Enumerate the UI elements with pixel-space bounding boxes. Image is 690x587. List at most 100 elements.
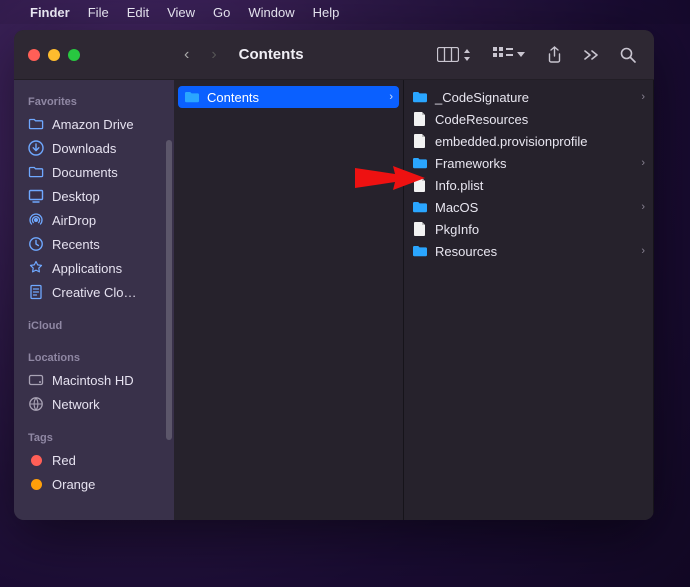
file-row[interactable]: Frameworks › [404,152,653,174]
document-icon [412,133,428,149]
menubar-item[interactable]: Window [248,5,294,20]
sidebar-item-label: Orange [52,477,95,492]
sidebar-item-label: Downloads [52,141,116,156]
menubar-item[interactable]: File [88,5,109,20]
column-1[interactable]: Contents › [174,80,404,520]
file-row[interactable]: CodeResources [404,108,653,130]
sidebar-item-documents[interactable]: Documents [14,160,174,184]
disk-icon [28,372,44,388]
sidebar-header: Favorites [14,90,174,112]
sidebar-item-label: Documents [52,165,118,180]
sidebar-item-label: Applications [52,261,122,276]
sidebar-header: Tags [14,426,174,448]
sidebar-item-label: Desktop [52,189,100,204]
minimize-button[interactable] [48,49,60,61]
globe-icon [28,396,44,412]
applications-icon [28,260,44,276]
sidebar-item-amazon-drive[interactable]: Amazon Drive [14,112,174,136]
chevron-right-icon: › [641,157,645,169]
column-view: Contents › _CodeSignature › CodeResources… [174,80,654,520]
sidebar-item-label: Red [52,453,76,468]
sidebar-item-applications[interactable]: Applications [14,256,174,280]
download-icon [28,140,44,156]
file-row[interactable]: _CodeSignature › [404,86,653,108]
window-controls [14,49,174,61]
file-row[interactable]: Resources › [404,240,653,262]
clock-icon [28,236,44,252]
finder-window: ‹ › Contents [14,30,654,520]
sidebar-item-creative-cloud[interactable]: Creative Clo… [14,280,174,304]
sidebar-header: iCloud [14,314,174,336]
file-label: Info.plist [435,178,483,193]
window-title: Contents [239,46,304,63]
sidebar-item-label: Amazon Drive [52,117,134,132]
chevron-right-icon: › [641,201,645,213]
file-label: MacOS [435,200,478,215]
back-button[interactable]: ‹ [184,46,189,64]
sidebar-item-macintosh-hd[interactable]: Macintosh HD [14,368,174,392]
desktop-icon [28,188,44,204]
chevron-right-icon: › [641,245,645,257]
sidebar-item-desktop[interactable]: Desktop [14,184,174,208]
sidebar-item-label: Creative Clo… [52,285,137,300]
sidebar-item-network[interactable]: Network [14,392,174,416]
file-row[interactable]: Info.plist [404,174,653,196]
sidebar-item-airdrop[interactable]: AirDrop [14,208,174,232]
document-icon [28,284,44,300]
folder-icon [28,116,44,132]
sidebar-tag-orange[interactable]: Orange [14,472,174,496]
search-button[interactable] [620,47,636,63]
file-label: embedded.provisionprofile [435,134,587,149]
tag-dot-icon [28,452,44,468]
file-label: Resources [435,244,497,259]
document-icon [412,177,428,193]
file-row[interactable]: PkgInfo [404,218,653,240]
sidebar-item-recents[interactable]: Recents [14,232,174,256]
file-label: Frameworks [435,156,507,171]
folder-icon [28,164,44,180]
sidebar-item-label: AirDrop [52,213,96,228]
sidebar-tag-red[interactable]: Red [14,448,174,472]
share-button[interactable] [547,46,562,63]
column-2[interactable]: _CodeSignature › CodeResources embedded.p… [404,80,654,520]
file-row[interactable]: Contents › [178,86,399,108]
airdrop-icon [28,212,44,228]
chevron-right-icon: › [641,91,645,103]
toolbar: ‹ › Contents [14,30,654,80]
sidebar-item-downloads[interactable]: Downloads [14,136,174,160]
file-label: PkgInfo [435,222,479,237]
file-label: Contents [207,90,259,105]
tag-dot-icon [28,476,44,492]
group-button[interactable] [493,47,525,62]
folder-icon [412,243,428,259]
close-button[interactable] [28,49,40,61]
document-icon [412,111,428,127]
menubar: Finder File Edit View Go Window Help [0,0,690,24]
sidebar-item-label: Recents [52,237,100,252]
file-row[interactable]: MacOS › [404,196,653,218]
folder-icon [412,199,428,215]
view-columns-button[interactable] [437,47,471,62]
document-icon [412,221,428,237]
chevron-right-icon: › [389,91,393,103]
sidebar-item-label: Network [52,397,100,412]
folder-icon [412,155,428,171]
nav-buttons: ‹ › [184,46,217,64]
menubar-item[interactable]: Help [313,5,340,20]
zoom-button[interactable] [68,49,80,61]
menubar-item[interactable]: Go [213,5,230,20]
menubar-app[interactable]: Finder [30,5,70,20]
sidebar: Favorites Amazon Drive Downloads Documen… [14,80,174,520]
menubar-item[interactable]: View [167,5,195,20]
folder-icon [412,89,428,105]
file-label: _CodeSignature [435,90,529,105]
sidebar-header: Locations [14,346,174,368]
toolbar-overflow-button[interactable] [584,50,598,60]
folder-icon [184,89,200,105]
file-row[interactable]: embedded.provisionprofile [404,130,653,152]
forward-button[interactable]: › [211,46,216,64]
sidebar-scrollbar[interactable] [166,140,172,440]
menubar-item[interactable]: Edit [127,5,149,20]
file-label: CodeResources [435,112,528,127]
sidebar-item-label: Macintosh HD [52,373,134,388]
